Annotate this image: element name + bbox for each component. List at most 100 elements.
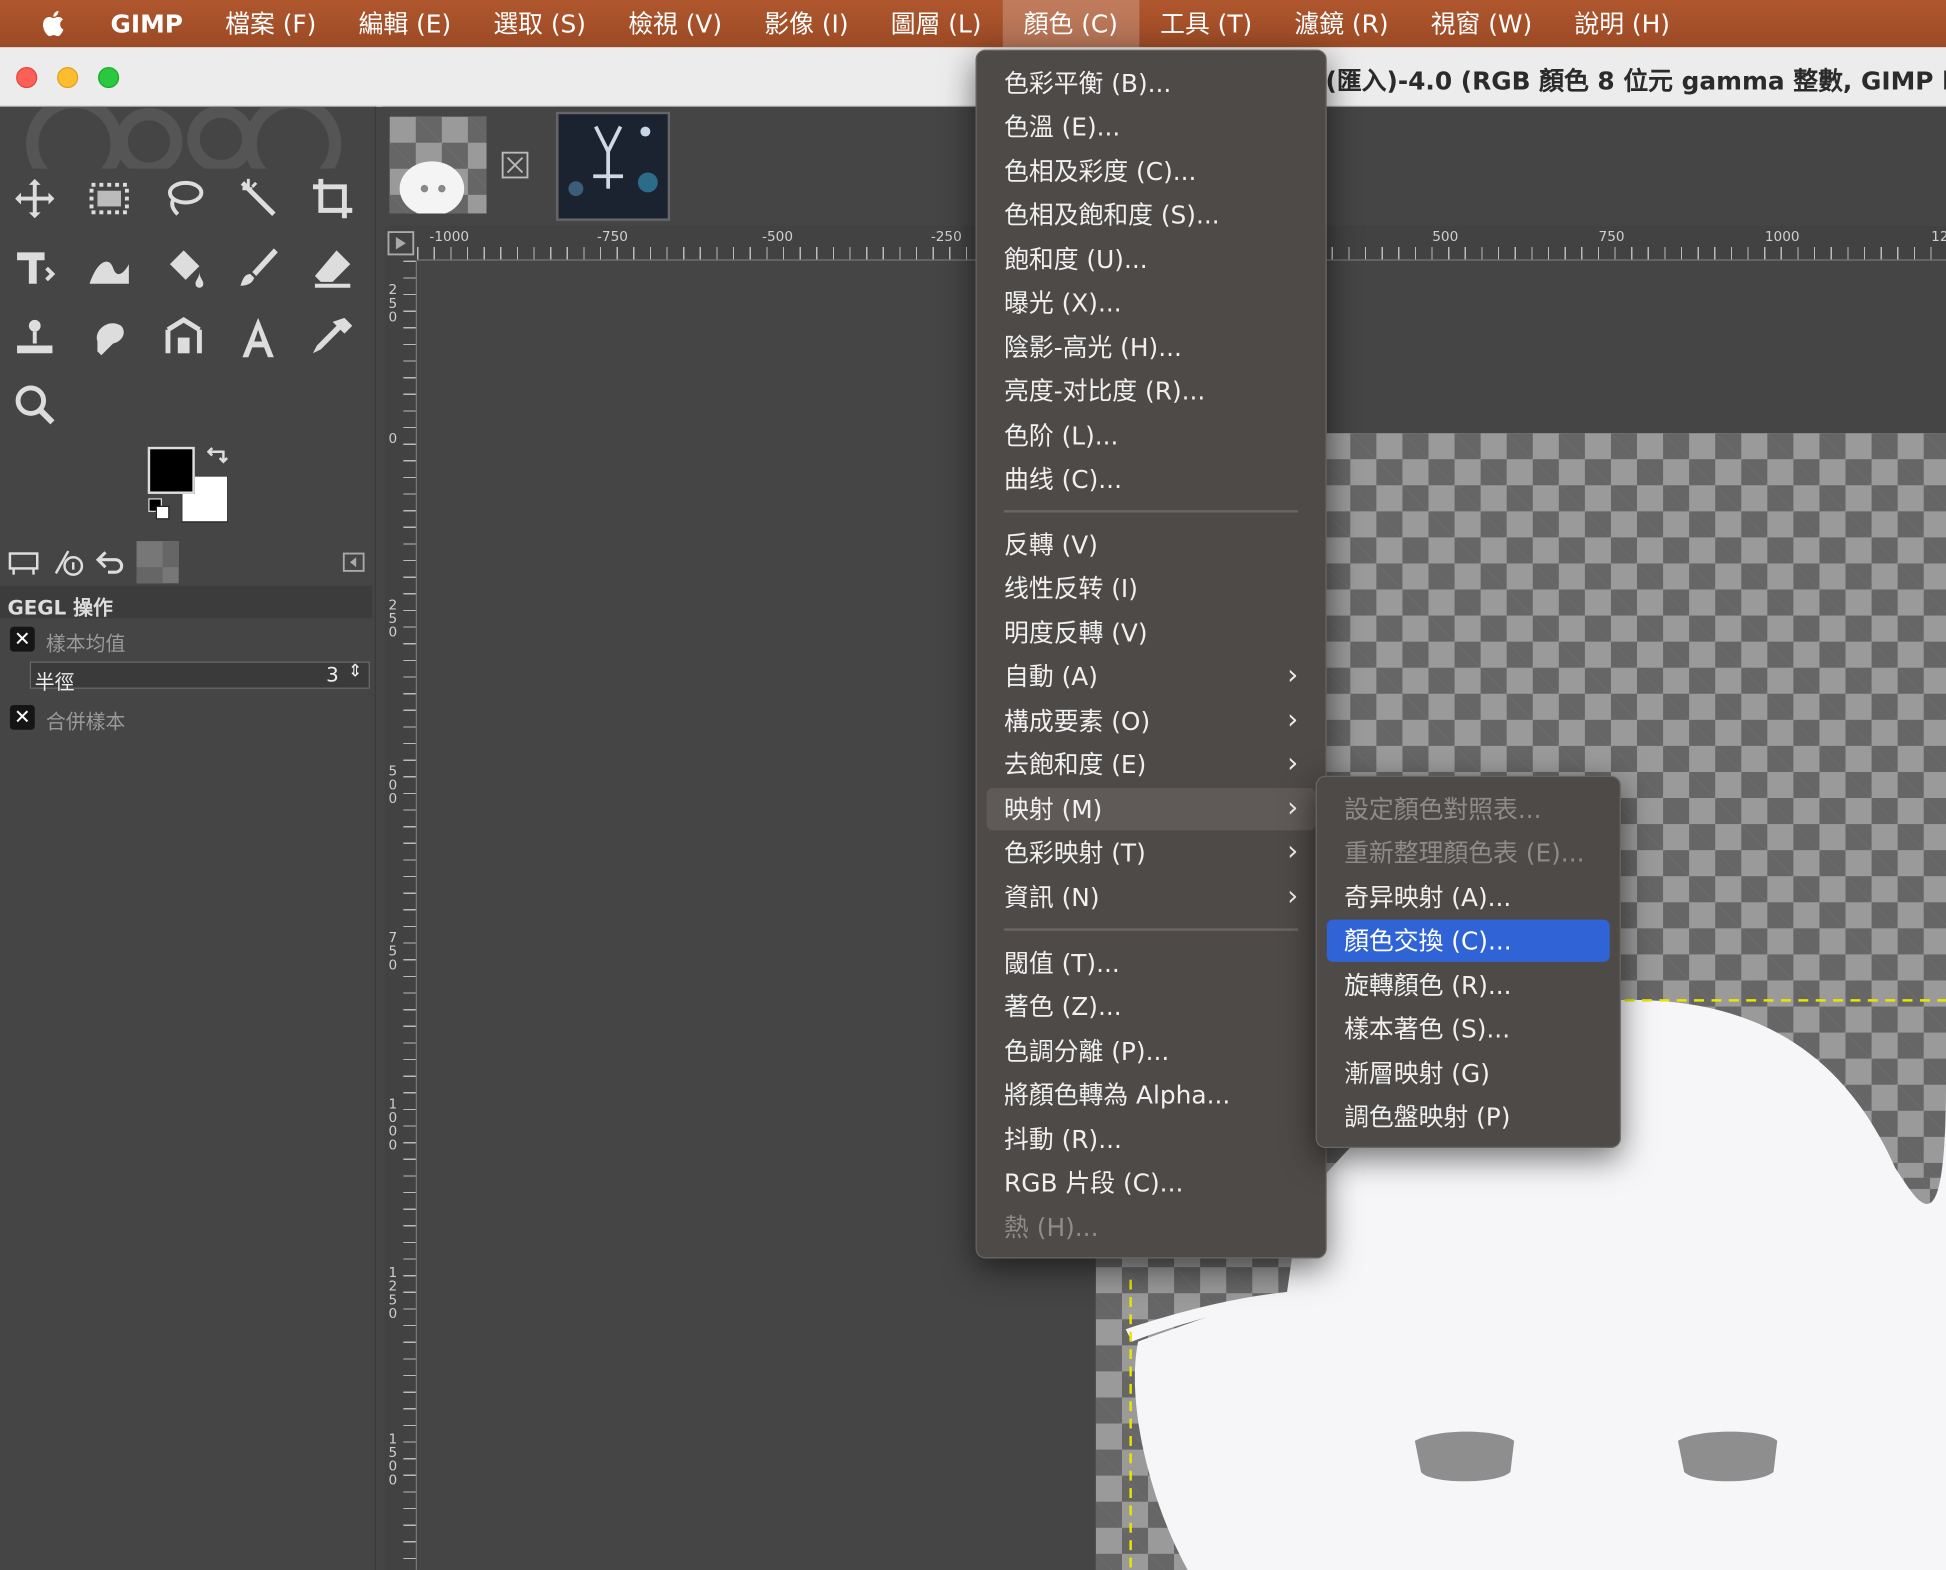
menu-item-label: 自動 (A) [1004,661,1098,692]
image-thumbnail-1[interactable] [389,116,487,216]
menu-item-threshold[interactable]: 閾值 (T)... [987,942,1316,984]
menu-item-label: 資訊 (N) [1004,882,1100,913]
menu-item-brightness-contrast[interactable]: 亮度-对比度 (R)... [987,370,1316,412]
chevron-right-icon: › [1287,748,1299,780]
menu-item-rgb-clip[interactable]: RGB 片段 (C)... [987,1162,1316,1204]
menu-item-color-temperature[interactable]: 色溫 (E)... [987,105,1316,147]
menu-item-label: 去飽和度 (E) [1004,749,1147,780]
ruler-label: 250 [388,281,398,326]
minimize-window-button[interactable] [57,67,79,89]
menu-item-saturation[interactable]: 飽和度 (U)... [987,238,1316,280]
menu-item-curves[interactable]: 曲线 (C)... [987,458,1316,500]
radius-label: 半徑 [34,670,75,694]
menu-item-hue-saturation[interactable]: 色相及飽和度 (S)... [987,194,1316,236]
paintbrush-tool-icon[interactable] [231,241,286,296]
menu-item-dither[interactable]: 抖動 (R)... [987,1118,1316,1160]
menu-item-colorize[interactable]: 著色 (Z)... [987,985,1316,1027]
tool-options-tab-icon[interactable] [2,541,44,583]
menu-item-alien-map[interactable]: 奇异映射 (A)... [1327,876,1610,918]
menu-colors[interactable]: 顏色 (C) [1002,0,1140,48]
menu-edit[interactable]: 編輯 (E) [337,0,472,47]
ruler-ticks [403,260,416,1570]
menu-item-components[interactable]: 構成要素 (O) › [987,700,1316,742]
device-status-tab-icon[interactable] [47,541,89,583]
rect-select-tool-icon[interactable] [82,171,137,226]
spin-arrows-icon[interactable]: ⇕ [348,662,363,682]
vertical-ruler[interactable]: 250 0 250 500 750 1000 1250 1500 [384,260,418,1570]
menu-item-shadows-highlights[interactable]: 陰影-高光 (H)... [987,326,1316,368]
menu-help[interactable]: 說明 (H) [1553,0,1691,47]
menu-item-desaturate[interactable]: 去飽和度 (E) › [987,743,1316,785]
clone-tool-icon[interactable] [7,310,62,365]
menu-separator [1004,510,1299,513]
ruler-label: 1250 [388,1264,398,1322]
menu-item-info[interactable]: 資訊 (N) › [987,876,1316,918]
lasso-tool-icon[interactable] [156,171,211,226]
menu-item-color-balance[interactable]: 色彩平衡 (B)... [987,62,1316,104]
ruler-label: -750 [596,228,628,245]
text-tool-icon[interactable] [231,310,286,365]
menu-item-color-exchange[interactable]: 顏色交換 (C)... [1326,919,1610,962]
menubar-app-name[interactable]: GIMP [89,0,204,47]
fuzzy-select-tool-icon[interactable] [231,171,286,226]
images-tab-icon[interactable] [136,541,179,584]
menu-item-posterize[interactable]: 色調分離 (P)... [987,1030,1316,1072]
dock-tabs [0,541,376,586]
paths-tool-icon[interactable] [156,310,211,365]
swap-colors-icon[interactable] [204,444,231,471]
menu-windows[interactable]: 視窗 (W) [1410,0,1554,47]
menu-item-hue-chroma[interactable]: 色相及彩度 (C)... [987,150,1316,192]
chevron-right-icon: › [1287,660,1299,692]
menu-select[interactable]: 選取 (S) [472,0,607,47]
apple-icon[interactable] [37,7,72,39]
menu-view[interactable]: 檢視 (V) [607,0,743,47]
menu-item-auto[interactable]: 自動 (A) › [987,655,1316,697]
menu-file[interactable]: 檔案 (F) [204,0,337,47]
window-titlebar: (匯入)-4.0 (RGB 顏色 8 位元 gamma 整數, GIMP bu [0,47,1946,107]
menu-tools[interactable]: 工具 (T) [1139,0,1273,47]
menu-image[interactable]: 影像 (I) [743,0,869,47]
zoom-tool-icon[interactable] [7,377,62,432]
configure-tab-icon[interactable] [333,541,375,583]
close-image-tab-icon[interactable] [501,151,529,179]
move-tool-icon[interactable] [7,171,62,226]
unified-transform-tool-icon[interactable] [7,241,62,296]
menu-filters[interactable]: 濾鏡 (R) [1273,0,1409,47]
radius-spinbox[interactable]: 半徑 3 ⇕ [29,661,370,694]
menu-item-levels[interactable]: 色阶 (L)... [987,415,1316,457]
close-window-button[interactable] [16,67,38,89]
default-colors-icon[interactable] [148,498,173,523]
ruler-label: 250 [388,596,398,641]
ruler-label: 0 [388,430,398,447]
image-thumbnail-2[interactable] [556,111,671,221]
chevron-right-icon: › [1287,793,1299,825]
crop-tool-icon[interactable] [305,171,360,226]
menu-item-gradient-map[interactable]: 漸層映射 (G) [1327,1052,1610,1094]
menu-item-rotate-colors[interactable]: 旋轉顏色 (R)... [1327,964,1610,1006]
radius-value[interactable]: 3 [326,663,339,687]
sample-average-checkbox[interactable]: ✕ [9,626,35,652]
undo-history-tab-icon[interactable] [89,541,131,583]
gegl-operation-header: GEGL 操作 [0,585,373,619]
menu-item-palette-map[interactable]: 調色盤映射 (P) [1327,1096,1610,1138]
ruler-label: 1000 [1764,228,1800,245]
menu-item-linear-invert[interactable]: 线性反转 (I) [987,567,1316,609]
merge-samples-checkbox[interactable]: ✕ [9,704,35,730]
eraser-tool-icon[interactable] [305,241,360,296]
menu-item-sample-colorize[interactable]: 樣本著色 (S)... [1327,1008,1610,1050]
menu-item-invert[interactable]: 反轉 (V) [987,524,1316,566]
foreground-color-swatch[interactable] [147,446,195,494]
ruler-corner[interactable] [384,225,418,261]
menu-layer[interactable]: 圖層 (L) [870,0,1003,47]
warp-tool-icon[interactable] [82,241,137,296]
color-picker-tool-icon[interactable] [305,310,360,365]
menu-item-value-invert[interactable]: 明度反轉 (V) [987,612,1316,654]
menu-item-color-to-alpha[interactable]: 將顏色轉為 Alpha... [987,1074,1316,1116]
menu-item-tone-mapping[interactable]: 色彩映射 (T) › [987,832,1316,874]
zoom-window-button[interactable] [98,67,120,89]
smudge-tool-icon[interactable] [82,310,137,365]
ruler-label: 750 [388,929,398,974]
menu-item-exposure[interactable]: 曝光 (X)... [987,282,1316,324]
bucket-fill-tool-icon[interactable] [156,241,211,296]
menu-item-map[interactable]: 映射 (M) › [986,788,1316,831]
